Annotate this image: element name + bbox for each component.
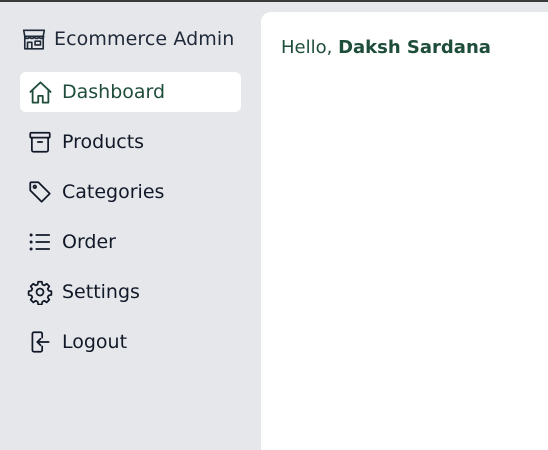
brand[interactable]: Ecommerce Admin bbox=[20, 24, 234, 54]
greeting-prefix: Hello, bbox=[281, 37, 339, 58]
tag-icon bbox=[26, 178, 54, 206]
sidebar-item-order[interactable]: Order bbox=[20, 222, 241, 262]
sidebar-item-label: Settings bbox=[62, 281, 140, 303]
sidebar: Ecommerce Admin Dashboard Products Categ… bbox=[0, 2, 260, 450]
sidebar-item-dashboard[interactable]: Dashboard bbox=[20, 72, 241, 112]
list-icon bbox=[26, 228, 54, 256]
archive-box-icon bbox=[26, 128, 54, 156]
sidebar-nav: Dashboard Products Categories Order Sett… bbox=[20, 72, 241, 372]
user-name: Daksh Sardana bbox=[338, 37, 491, 58]
sidebar-item-label: Products bbox=[62, 131, 145, 153]
brand-label: Ecommerce Admin bbox=[54, 28, 235, 50]
main-panel: Hello, Daksh Sardana bbox=[261, 12, 548, 450]
sidebar-item-settings[interactable]: Settings bbox=[20, 272, 241, 312]
sidebar-item-label: Logout bbox=[62, 331, 128, 353]
sidebar-item-logout[interactable]: Logout bbox=[20, 322, 241, 362]
home-icon bbox=[26, 78, 54, 106]
sidebar-item-label: Categories bbox=[62, 181, 165, 203]
sidebar-item-categories[interactable]: Categories bbox=[20, 172, 241, 212]
sidebar-item-label: Order bbox=[62, 231, 116, 253]
greeting: Hello, Daksh Sardana bbox=[281, 37, 491, 58]
store-icon bbox=[20, 25, 48, 53]
logout-icon bbox=[26, 328, 54, 356]
gear-icon bbox=[26, 278, 54, 306]
sidebar-item-products[interactable]: Products bbox=[20, 122, 241, 162]
sidebar-item-label: Dashboard bbox=[62, 81, 166, 103]
